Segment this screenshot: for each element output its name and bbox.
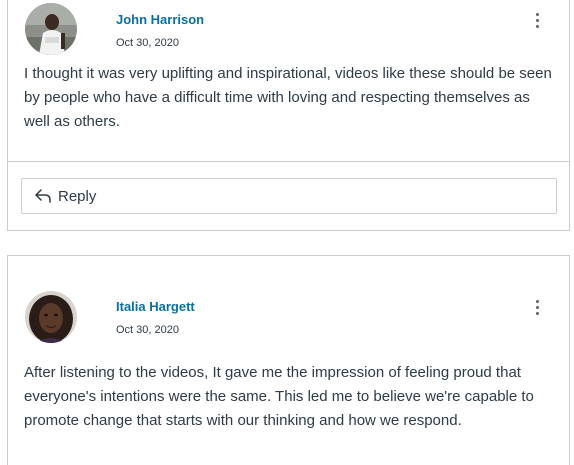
reply-label: Reply bbox=[58, 187, 97, 205]
post-date: Oct 30, 2020 bbox=[116, 37, 179, 49]
author-name-link[interactable]: Italia Hargett bbox=[116, 299, 195, 314]
post-date: Oct 30, 2020 bbox=[116, 324, 179, 336]
avatar-photo bbox=[25, 291, 77, 343]
discussion-entry: John Harrison Oct 30, 2020 I thought it … bbox=[7, 0, 570, 231]
post-message: I thought it was very uplifting and insp… bbox=[24, 65, 552, 130]
divider bbox=[8, 161, 569, 162]
reply-button[interactable]: Reply bbox=[21, 178, 557, 214]
avatar-photo bbox=[25, 3, 77, 55]
author-avatar[interactable] bbox=[25, 3, 77, 55]
author-avatar[interactable] bbox=[25, 291, 77, 343]
kebab-vertical-icon[interactable] bbox=[533, 10, 543, 30]
author-name-link[interactable]: John Harrison bbox=[116, 12, 204, 27]
kebab-vertical-icon[interactable] bbox=[533, 297, 543, 317]
reply-arrow-icon bbox=[35, 189, 51, 203]
discussion-entry: Italia Hargett Oct 30, 2020 After listen… bbox=[7, 255, 570, 465]
post-message: After listening to the videos, It gave m… bbox=[24, 364, 534, 429]
